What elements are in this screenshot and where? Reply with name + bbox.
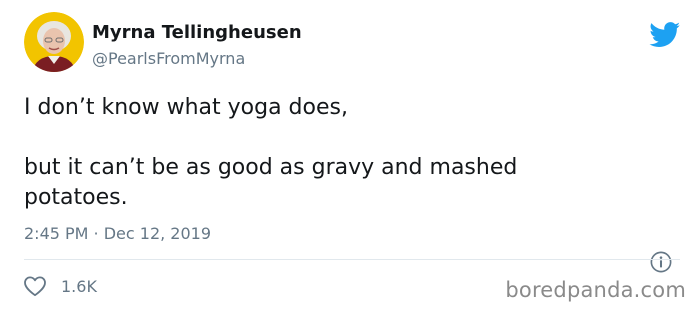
avatar-photo xyxy=(24,12,84,72)
tweet-text: I don’t know what yoga does, but it can’… xyxy=(24,93,674,213)
author-name[interactable]: Myrna Tellingheusen xyxy=(92,22,302,43)
avatar[interactable] xyxy=(24,12,84,72)
heart-icon xyxy=(24,276,46,297)
tweet-card: Myrna Tellingheusen @PearlsFromMyrna I d… xyxy=(0,0,700,314)
divider xyxy=(24,259,680,260)
author-handle[interactable]: @PearlsFromMyrna xyxy=(92,49,245,68)
twitter-bird-icon[interactable] xyxy=(649,22,681,48)
watermark: boredpanda.com xyxy=(505,278,686,302)
tweet-timestamp[interactable]: 2:45 PM · Dec 12, 2019 xyxy=(24,224,211,243)
like-count: 1.6K xyxy=(61,276,97,296)
info-icon[interactable] xyxy=(650,251,672,273)
like-button[interactable]: 1.6K xyxy=(23,274,97,298)
tweet-line: potatoes. xyxy=(24,185,128,210)
tweet-line: but it can’t be as good as gravy and mas… xyxy=(24,155,518,180)
tweet-line: I don’t know what yoga does, xyxy=(24,95,348,120)
